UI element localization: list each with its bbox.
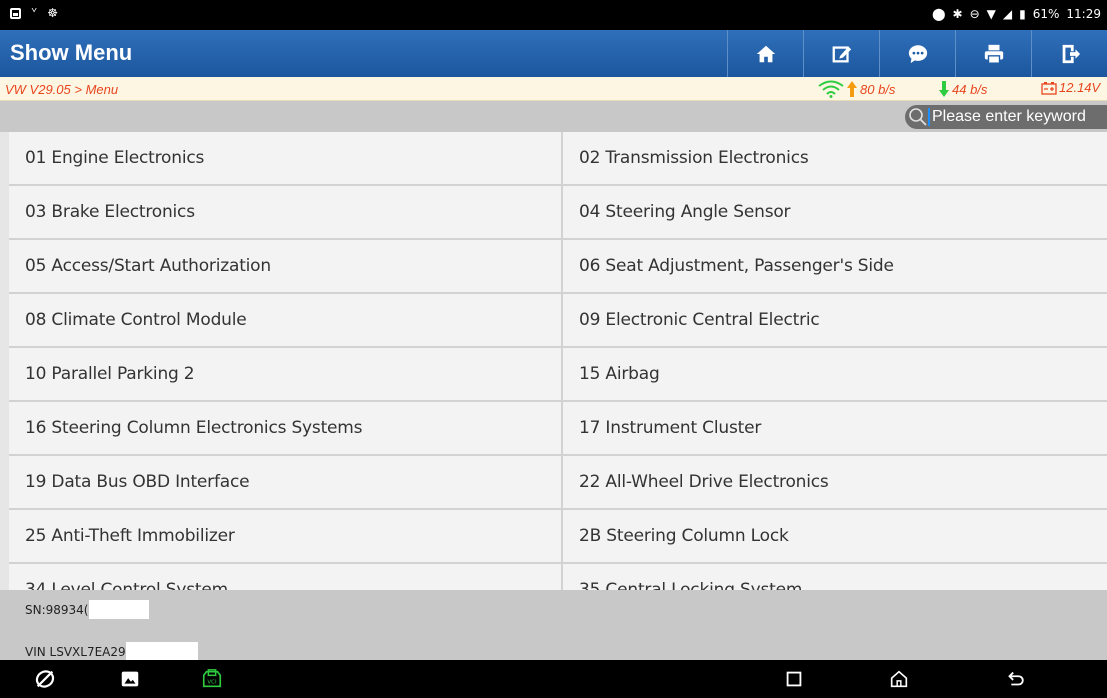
upload-arrow-icon — [847, 81, 857, 97]
menu-row: 25 Anti-Theft Immobilizer 2B Steering Col… — [9, 510, 1107, 564]
back-button[interactable] — [1003, 668, 1027, 690]
wifi-icon: ▼ — [986, 7, 996, 21]
vin: VIN LSVXL7EA29 — [25, 642, 198, 661]
menu-row: 34 Level Control System 35 Central Lockin… — [9, 564, 1107, 590]
vci-button[interactable]: VCI — [200, 668, 224, 690]
do-not-disturb-icon: ⊖ — [969, 7, 980, 21]
vehicle-info: SN:98934( VIN LSVXL7EA29 — [0, 590, 1107, 661]
menu-row: 10 Parallel Parking 2 15 Airbag — [9, 348, 1107, 402]
image-icon — [10, 7, 21, 19]
menu-item[interactable]: 34 Level Control System — [9, 564, 561, 590]
battery-voltage-icon — [1041, 81, 1057, 95]
serial-number: SN:98934( — [25, 600, 149, 619]
toolbar — [727, 30, 1107, 77]
battery-level: 61% — [1032, 7, 1060, 21]
clock: 11:29 — [1066, 7, 1101, 21]
upload-rate-value: 80 b/s — [860, 81, 896, 97]
search-icon — [909, 108, 927, 126]
download-rate-value: 44 b/s — [952, 81, 988, 97]
menu-item[interactable]: 04 Steering Angle Sensor — [561, 186, 1107, 238]
bluetooth-icon: ✱ — [952, 7, 963, 21]
vci-icon: VCI — [202, 669, 222, 688]
menu-item[interactable]: 25 Anti-Theft Immobilizer — [9, 510, 561, 562]
title-bar: Show Menu — [0, 30, 1107, 77]
breadcrumb: VW V29.05 > Menu — [5, 82, 119, 97]
page-title: Show Menu — [10, 40, 133, 65]
signal-icon: ◢ — [1002, 7, 1013, 21]
usb-icon: ᘁ — [31, 6, 38, 20]
status-bar: ᘁ ☸ ⬤ ✱ ⊖ ▼ ◢ ▮ 61% 11:29 — [0, 0, 1107, 30]
print-icon — [984, 44, 1003, 64]
battery-icon: ▮ — [1019, 7, 1026, 21]
menu-item[interactable]: 05 Access/Start Authorization — [9, 240, 561, 292]
assistant-icon: ☸ — [47, 6, 59, 20]
redaction-mask — [88, 600, 149, 619]
wifi-icon — [818, 80, 844, 98]
exit-button[interactable] — [1031, 30, 1107, 77]
gallery-icon — [121, 671, 139, 687]
menu-item[interactable]: 02 Transmission Electronics — [561, 132, 1107, 184]
home-nav-icon — [890, 670, 908, 688]
download-rate: 44 b/s — [938, 80, 987, 98]
edit-button[interactable] — [803, 30, 879, 77]
menu-row: 16 Steering Column Electronics Systems 17… — [9, 402, 1107, 456]
system-menu: 01 Engine Electronics 02 Transmission Ele… — [9, 132, 1107, 590]
menu-item[interactable]: 17 Instrument Cluster — [561, 402, 1107, 454]
menu-item[interactable]: 16 Steering Column Electronics Systems — [9, 402, 561, 454]
menu-item[interactable]: 19 Data Bus OBD Interface — [9, 456, 561, 508]
svg-text:VCI: VCI — [207, 680, 217, 686]
menu-row: 08 Climate Control Module 09 Electronic C… — [9, 294, 1107, 348]
redaction-mask — [125, 642, 198, 661]
home-nav-button[interactable] — [887, 668, 911, 690]
menu-item[interactable]: 35 Central Locking System — [561, 564, 1107, 590]
menu-row: 05 Access/Start Authorization 06 Seat Adj… — [9, 240, 1107, 294]
menu-row: 01 Engine Electronics 02 Transmission Ele… — [9, 132, 1107, 186]
recent-apps-button[interactable] — [782, 668, 806, 690]
menu-item[interactable]: 09 Electronic Central Electric — [561, 294, 1107, 346]
search-box[interactable] — [905, 105, 1107, 129]
breadcrumb-bar: VW V29.05 > Menu 80 b/s 44 b/s 12.14V — [0, 77, 1107, 101]
app-screen: ᘁ ☸ ⬤ ✱ ⊖ ▼ ◢ ▮ 61% 11:29 Show Menu VW V… — [0, 0, 1107, 698]
voltage-value: 12.14V — [1059, 80, 1101, 95]
serial-number-text: SN:98934( — [25, 602, 89, 617]
menu-item[interactable]: 15 Airbag — [561, 348, 1107, 400]
edit-icon — [832, 45, 851, 62]
home-icon — [756, 45, 775, 62]
menu-item[interactable]: 06 Seat Adjustment, Passenger's Side — [561, 240, 1107, 292]
voltage: 12.14V — [1041, 80, 1100, 95]
browser-button[interactable] — [33, 668, 57, 690]
menu-item[interactable]: 10 Parallel Parking 2 — [9, 348, 561, 400]
vin-text: VIN LSVXL7EA29 — [25, 644, 126, 659]
menu-item[interactable]: 2B Steering Column Lock — [561, 510, 1107, 562]
back-icon — [1008, 671, 1024, 686]
search-input[interactable] — [928, 108, 1106, 126]
menu-row: 19 Data Bus OBD Interface 22 All-Wheel Dr… — [9, 456, 1107, 510]
upload-rate: 80 b/s — [818, 80, 895, 98]
exit-icon — [1062, 44, 1080, 63]
menu-item[interactable]: 03 Brake Electronics — [9, 186, 561, 238]
gallery-button[interactable] — [118, 668, 142, 690]
search-bar — [0, 101, 1107, 132]
print-button[interactable] — [955, 30, 1031, 77]
menu-row: 03 Brake Electronics 04 Steering Angle Se… — [9, 186, 1107, 240]
menu-item[interactable]: 08 Climate Control Module — [9, 294, 561, 346]
chat-icon — [908, 44, 927, 63]
download-arrow-icon — [939, 81, 949, 97]
navigation-bar: VCI — [0, 660, 1107, 698]
menu-item[interactable]: 22 All-Wheel Drive Electronics — [561, 456, 1107, 508]
browser-icon — [35, 670, 55, 688]
home-button[interactable] — [727, 30, 803, 77]
chat-button[interactable] — [879, 30, 955, 77]
menu-item[interactable]: 01 Engine Electronics — [9, 132, 561, 184]
location-icon: ⬤ — [932, 7, 946, 21]
recent-apps-icon — [786, 671, 802, 687]
